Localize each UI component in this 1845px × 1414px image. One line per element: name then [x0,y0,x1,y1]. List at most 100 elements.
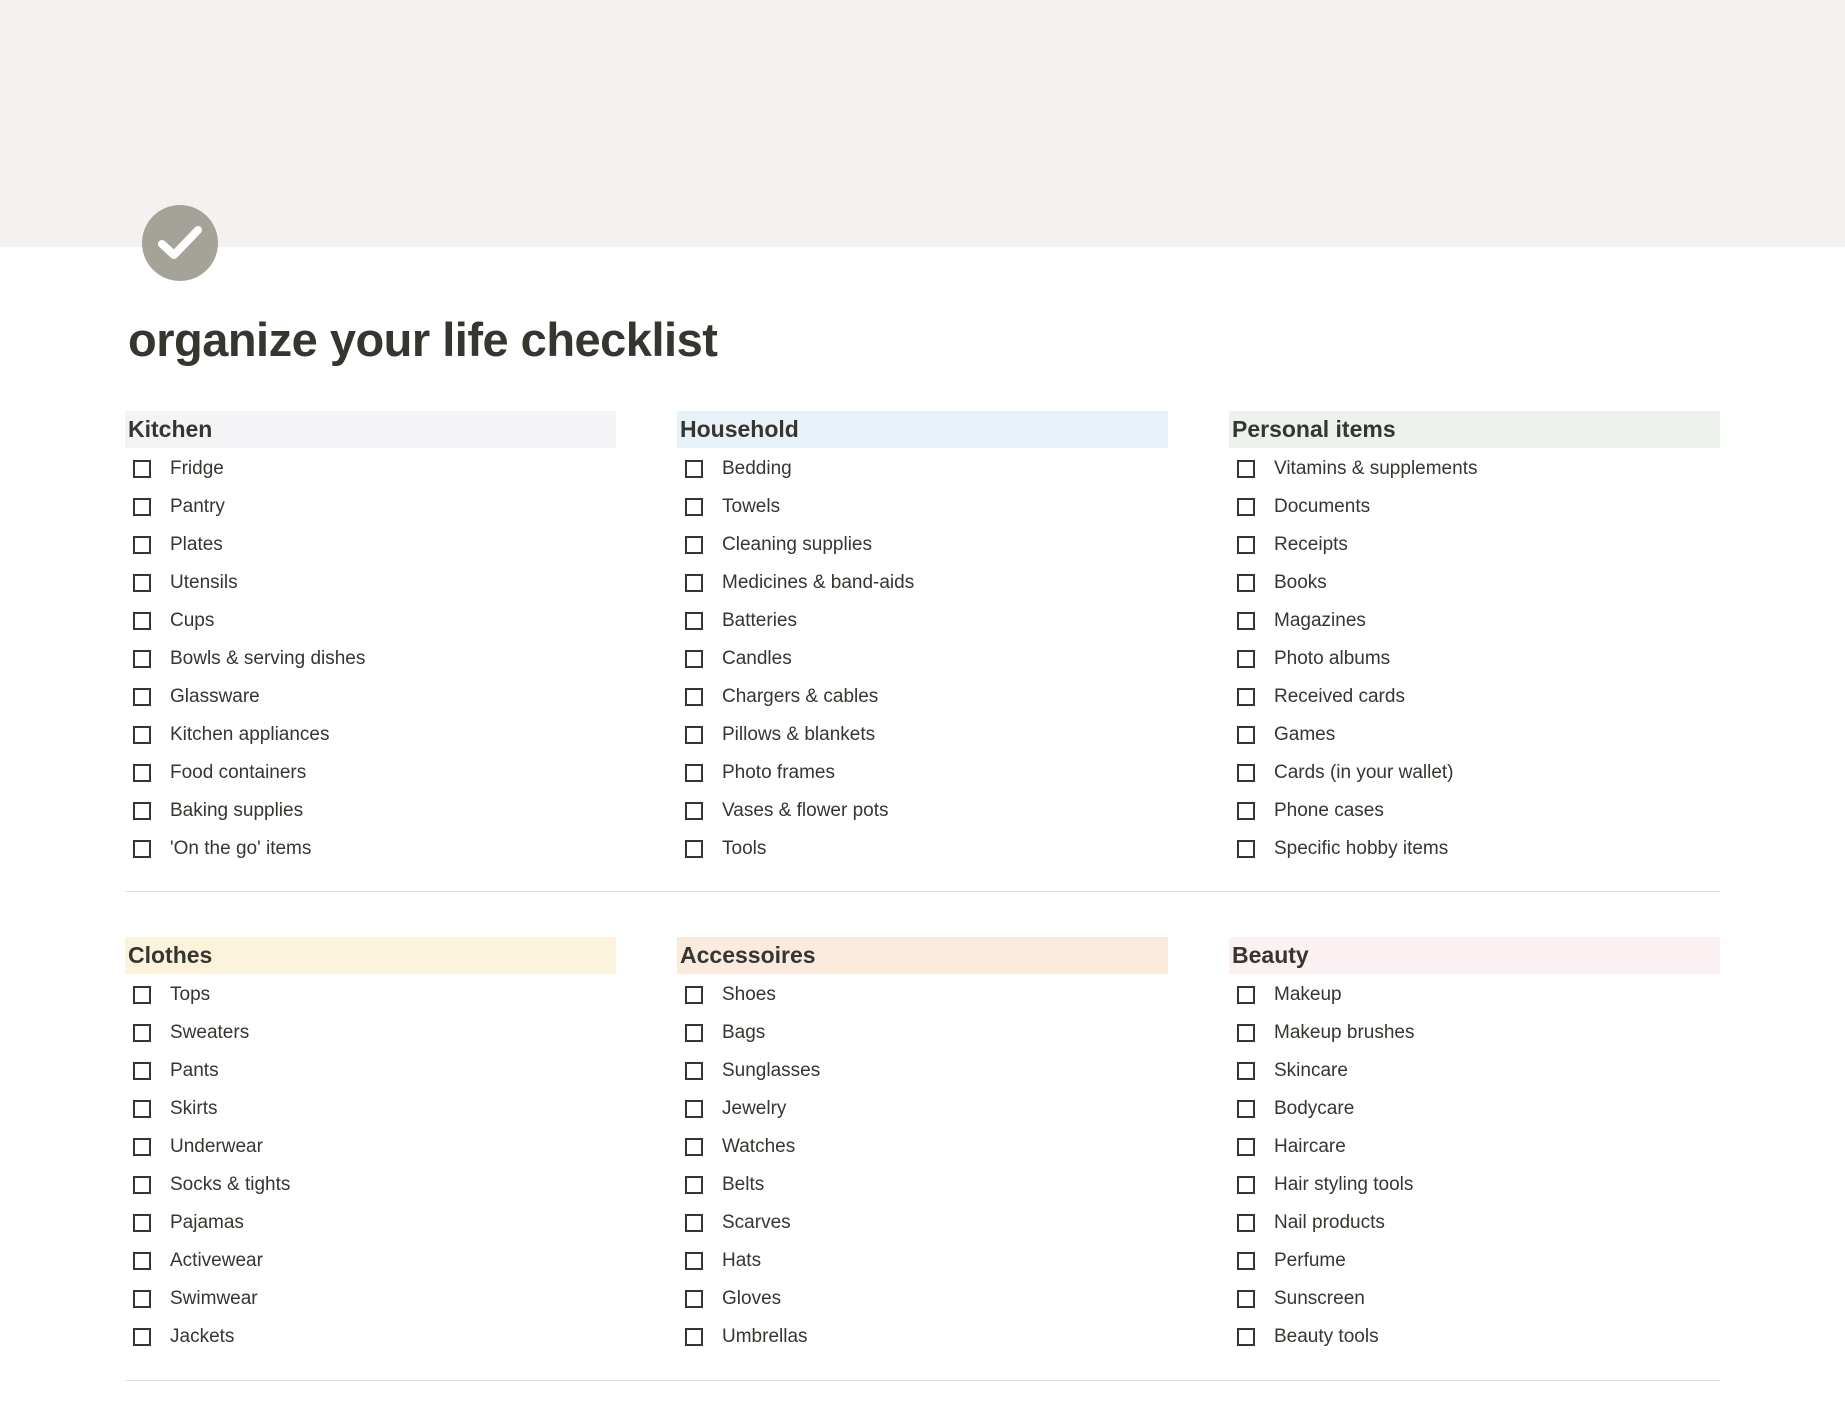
checklist-item[interactable]: Magazines [1229,602,1720,640]
checklist-item[interactable]: Towels [677,488,1168,526]
checklist-item[interactable]: Candles [677,640,1168,678]
check-circle-icon[interactable] [142,205,218,281]
checklist-item[interactable]: Tops [125,976,616,1014]
checkbox[interactable] [1237,1024,1255,1042]
checkbox[interactable] [685,1100,703,1118]
checklist-item[interactable]: Belts [677,1166,1168,1204]
checklist-item[interactable]: Swimwear [125,1280,616,1318]
checkbox[interactable] [685,1214,703,1232]
checklist-item[interactable]: Makeup [1229,976,1720,1014]
checklist-item[interactable]: Kitchen appliances [125,716,616,754]
checkbox[interactable] [133,574,151,592]
checklist-item[interactable]: Received cards [1229,678,1720,716]
checkbox[interactable] [133,1138,151,1156]
checkbox[interactable] [1237,1214,1255,1232]
checklist-item[interactable]: Documents [1229,488,1720,526]
checkbox[interactable] [685,536,703,554]
checkbox[interactable] [133,1176,151,1194]
checklist-item[interactable]: Pants [125,1052,616,1090]
checklist-item[interactable]: Shoes [677,976,1168,1014]
checkbox[interactable] [685,1024,703,1042]
checkbox[interactable] [685,726,703,744]
checklist-item[interactable]: Bedding [677,450,1168,488]
checkbox[interactable] [685,1290,703,1308]
checklist-item[interactable]: Bodycare [1229,1090,1720,1128]
checkbox[interactable] [133,1062,151,1080]
checklist-item[interactable]: Photo albums [1229,640,1720,678]
checklist-item[interactable]: Underwear [125,1128,616,1166]
checklist-item[interactable]: Utensils [125,564,616,602]
checkbox[interactable] [133,1024,151,1042]
checkbox[interactable] [685,1328,703,1346]
checklist-item[interactable]: Makeup brushes [1229,1014,1720,1052]
checkbox[interactable] [1237,1290,1255,1308]
checkbox[interactable] [133,688,151,706]
checkbox[interactable] [133,1100,151,1118]
checkbox[interactable] [133,612,151,630]
checklist-item[interactable]: Books [1229,564,1720,602]
checkbox[interactable] [1237,1176,1255,1194]
checkbox[interactable] [1237,840,1255,858]
checkbox[interactable] [1237,612,1255,630]
checkbox[interactable] [133,1214,151,1232]
checklist-item[interactable]: Haircare [1229,1128,1720,1166]
checkbox[interactable] [133,726,151,744]
checkbox[interactable] [1237,986,1255,1004]
checklist-item[interactable]: Food containers [125,754,616,792]
checklist-item[interactable]: Skincare [1229,1052,1720,1090]
checklist-item[interactable]: Tools [677,830,1168,868]
checkbox[interactable] [1237,536,1255,554]
checklist-item[interactable]: Pillows & blankets [677,716,1168,754]
checklist-item[interactable]: Hair styling tools [1229,1166,1720,1204]
checklist-item[interactable]: Pajamas [125,1204,616,1242]
checklist-item[interactable]: Pantry [125,488,616,526]
checkbox[interactable] [1237,802,1255,820]
checklist-item[interactable]: Vitamins & supplements [1229,450,1720,488]
checkbox[interactable] [1237,1138,1255,1156]
checkbox[interactable] [685,802,703,820]
checkbox[interactable] [133,1290,151,1308]
checklist-item[interactable]: Sweaters [125,1014,616,1052]
checkbox[interactable] [1237,498,1255,516]
checklist-item[interactable]: Plates [125,526,616,564]
checkbox[interactable] [1237,1252,1255,1270]
checklist-item[interactable]: Gloves [677,1280,1168,1318]
checkbox[interactable] [133,802,151,820]
checklist-item[interactable]: Cleaning supplies [677,526,1168,564]
checklist-item[interactable]: Cards (in your wallet) [1229,754,1720,792]
checkbox[interactable] [133,460,151,478]
checkbox[interactable] [685,1176,703,1194]
checklist-item[interactable]: Games [1229,716,1720,754]
checklist-item[interactable]: Socks & tights [125,1166,616,1204]
checkbox[interactable] [1237,1062,1255,1080]
checklist-item[interactable]: Nail products [1229,1204,1720,1242]
checklist-item[interactable]: Photo frames [677,754,1168,792]
checkbox[interactable] [133,764,151,782]
checklist-item[interactable]: Activewear [125,1242,616,1280]
checklist-item[interactable]: Chargers & cables [677,678,1168,716]
checkbox[interactable] [1237,574,1255,592]
checkbox[interactable] [1237,1328,1255,1346]
checkbox[interactable] [133,840,151,858]
checklist-item[interactable]: Baking supplies [125,792,616,830]
checklist-item[interactable]: Sunglasses [677,1052,1168,1090]
checklist-item[interactable]: Jewelry [677,1090,1168,1128]
checklist-item[interactable]: Glassware [125,678,616,716]
checkbox[interactable] [685,498,703,516]
checkbox[interactable] [685,986,703,1004]
checklist-item[interactable]: 'On the go' items [125,830,616,868]
checkbox[interactable] [133,536,151,554]
checklist-item[interactable]: Skirts [125,1090,616,1128]
checkbox[interactable] [685,1252,703,1270]
checklist-item[interactable]: Sunscreen [1229,1280,1720,1318]
checkbox[interactable] [133,498,151,516]
checkbox[interactable] [1237,1100,1255,1118]
checkbox[interactable] [1237,764,1255,782]
checklist-item[interactable]: Batteries [677,602,1168,640]
checkbox[interactable] [133,986,151,1004]
checkbox[interactable] [133,650,151,668]
checklist-item[interactable]: Watches [677,1128,1168,1166]
checklist-item[interactable]: Bags [677,1014,1168,1052]
checkbox[interactable] [685,764,703,782]
checklist-item[interactable]: Medicines & band-aids [677,564,1168,602]
